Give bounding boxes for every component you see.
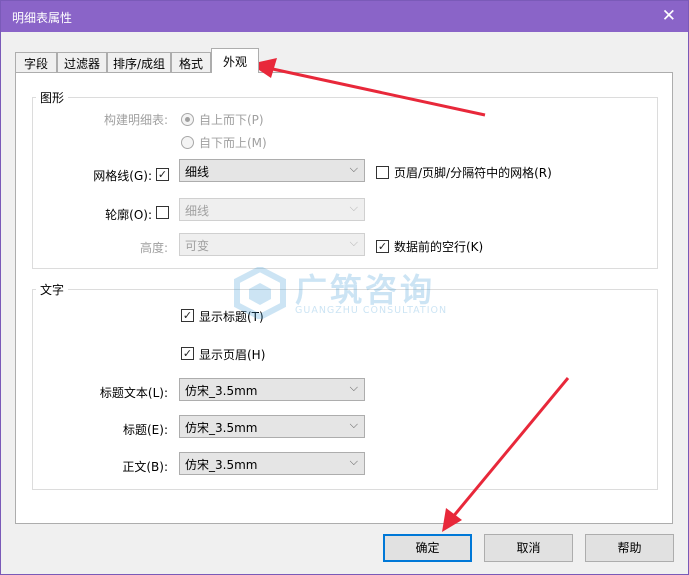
check-icon: ✓	[377, 240, 388, 253]
chevron-down-icon: ⌵	[349, 381, 358, 394]
check-icon: ✓	[157, 168, 168, 181]
tab-fields[interactable]: 字段	[15, 52, 57, 72]
outline-value: 细线	[185, 204, 210, 218]
gridlines-label: 网格线(G):	[93, 169, 152, 183]
gridlines-checkbox[interactable]: ✓	[156, 168, 169, 181]
header-font-value: 仿宋_3.5mm	[185, 421, 258, 435]
cancel-button[interactable]: 取消	[484, 534, 573, 562]
title-text-value: 仿宋_3.5mm	[185, 384, 258, 398]
header-font-dropdown[interactable]: 仿宋_3.5mm ⌵	[179, 415, 365, 438]
height-dropdown[interactable]: 可变 ⌵	[179, 233, 365, 256]
radio-bottom-up[interactable]	[181, 136, 194, 149]
watermark-logo-icon	[234, 267, 286, 319]
height-label: 高度:	[139, 241, 168, 255]
check-icon: ✓	[182, 309, 193, 322]
title-text-label: 标题文本(L):	[99, 386, 168, 400]
outline-label: 轮廓(O):	[105, 208, 152, 222]
chevron-down-icon: ⌵	[349, 236, 358, 249]
blank-row-checkbox[interactable]: ✓	[376, 240, 389, 253]
body-font-label: 正文(B):	[122, 460, 168, 474]
gridlines-dropdown[interactable]: 细线 ⌵	[179, 159, 365, 182]
blank-row-label: 数据前的空行(K)	[394, 240, 484, 254]
build-schedule-label: 构建明细表:	[103, 113, 168, 127]
title-bar: 明细表属性 ✕	[1, 1, 688, 32]
ok-button[interactable]: 确定	[383, 534, 472, 562]
check-icon: ✓	[182, 347, 193, 360]
tab-appearance[interactable]: 外观	[211, 48, 259, 73]
close-icon[interactable]: ✕	[662, 6, 676, 26]
radio-top-down-label: 自上而下(P)	[199, 113, 264, 127]
help-button[interactable]: 帮助	[585, 534, 674, 562]
gridlines-value: 细线	[185, 165, 210, 179]
tab-filter[interactable]: 过滤器	[57, 52, 107, 72]
show-header-label: 显示页眉(H)	[199, 348, 266, 362]
watermark: 广筑咨询 GUANGZHU CONSULTATION	[233, 265, 463, 325]
chevron-down-icon: ⌵	[349, 455, 358, 468]
text-group-label: 文字	[36, 281, 69, 298]
chevron-down-icon: ⌵	[349, 162, 358, 175]
header-grid-label: 页眉/页脚/分隔符中的网格(R)	[394, 166, 552, 180]
show-title-checkbox[interactable]: ✓	[181, 309, 194, 322]
graphics-group-label: 图形	[36, 89, 69, 106]
properties-dialog: 明细表属性 ✕ 字段 过滤器 排序/成组 格式 外观 图形 构建明细表: 自上而…	[0, 0, 689, 575]
outline-checkbox[interactable]	[156, 206, 169, 219]
watermark-en: GUANGZHU CONSULTATION	[295, 305, 448, 316]
window-title: 明细表属性	[12, 11, 73, 25]
radio-top-down[interactable]	[181, 113, 194, 126]
radio-bottom-up-label: 自下而上(M)	[199, 136, 267, 150]
chevron-down-icon: ⌵	[349, 418, 358, 431]
height-value: 可变	[185, 239, 210, 253]
tab-format[interactable]: 格式	[171, 52, 211, 72]
body-font-dropdown[interactable]: 仿宋_3.5mm ⌵	[179, 452, 365, 475]
header-grid-checkbox[interactable]	[376, 166, 389, 179]
tab-sort-group[interactable]: 排序/成组	[107, 52, 171, 72]
chevron-down-icon: ⌵	[349, 201, 358, 214]
show-header-checkbox[interactable]: ✓	[181, 347, 194, 360]
header-font-label: 标题(E):	[123, 423, 168, 437]
body-font-value: 仿宋_3.5mm	[185, 458, 258, 472]
title-text-dropdown[interactable]: 仿宋_3.5mm ⌵	[179, 378, 365, 401]
outline-dropdown[interactable]: 细线 ⌵	[179, 198, 365, 221]
